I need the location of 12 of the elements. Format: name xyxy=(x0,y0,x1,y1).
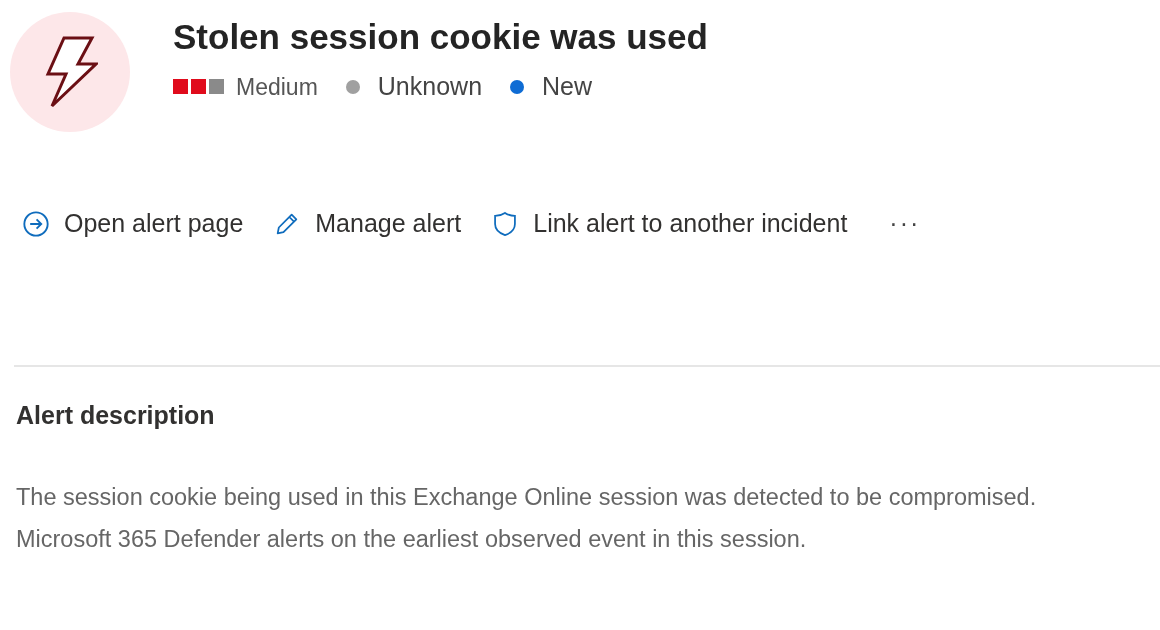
manage-alert-button[interactable]: Manage alert xyxy=(273,205,462,243)
severity-label: Medium xyxy=(236,72,318,102)
more-button[interactable]: ··· xyxy=(889,205,921,243)
alert-title: Stolen session cookie was used xyxy=(173,16,708,58)
severity-indicator xyxy=(173,79,224,95)
arrow-circle-icon xyxy=(22,209,50,238)
alert-description: The session cookie being used in this Exchange Online session was detected to be compromised. Microsoft 365 Defender alerts on the earliest observed event in this session. xyxy=(16,483,1038,554)
status-label: Unknown xyxy=(377,71,483,102)
status-label: New xyxy=(542,71,593,102)
open-alert-button[interactable]: Open alert page xyxy=(22,205,244,243)
section-heading: Alert description xyxy=(16,399,216,431)
link-incident-button[interactable]: Link alert to another incident xyxy=(491,205,848,243)
